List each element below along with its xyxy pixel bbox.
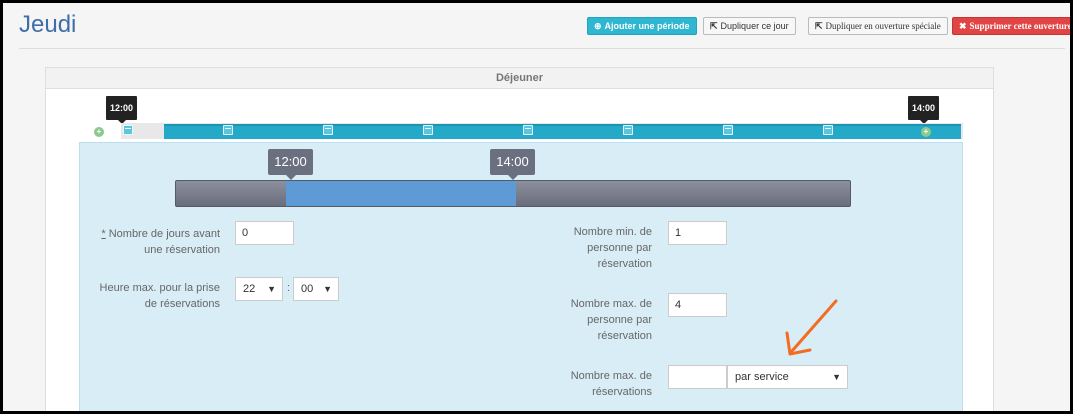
panel-title: Déjeuner bbox=[46, 68, 993, 89]
calendar-icon[interactable] bbox=[423, 125, 433, 135]
timeline-bar[interactable] bbox=[164, 124, 961, 139]
calendar-icon[interactable] bbox=[523, 125, 533, 135]
days-before-label: * Nombre de jours avant une réservation bbox=[90, 226, 220, 258]
max-hour-label: Heure max. pour la prise de réservations bbox=[99, 282, 220, 310]
title-divider bbox=[19, 48, 1065, 49]
max-hour-select[interactable]: 22 ▼ bbox=[235, 277, 283, 301]
plus-circle-icon: ⊕ bbox=[594, 21, 602, 31]
service-panel: Déjeuner 12:00 14:00 + + 12:00 14:00 * N… bbox=[45, 67, 994, 411]
calendar-icon[interactable] bbox=[723, 125, 733, 135]
min-persons-input[interactable]: 1 bbox=[668, 221, 727, 245]
times-icon: ✖ bbox=[959, 21, 967, 31]
max-reservations-label: Nombre max. de réservations bbox=[570, 370, 652, 398]
app-frame: Jeudi ⊕ Ajouter une période ⇱ Dupliquer ce… bbox=[3, 3, 1070, 411]
delete-opening-button[interactable]: ✖ Supprimer cette ouverture bbox=[952, 17, 1070, 35]
slider-to-tooltip: 14:00 bbox=[490, 149, 535, 180]
chevron-down-icon: ▼ bbox=[832, 372, 841, 382]
max-persons-input[interactable]: 4 bbox=[668, 293, 727, 317]
max-hour-value: 22 bbox=[243, 283, 256, 295]
page-title: Jeudi bbox=[19, 11, 77, 38]
period-editor: 12:00 14:00 * Nombre de jours avant une … bbox=[79, 142, 963, 411]
duplicate-special-button[interactable]: ⇱ Dupliquer en ouverture spéciale bbox=[808, 17, 948, 35]
add-period-button[interactable]: ⊕ Ajouter une période bbox=[587, 17, 697, 35]
calendar-icon[interactable] bbox=[123, 125, 133, 135]
duplicate-day-label: Dupliquer ce jour bbox=[720, 21, 789, 31]
max-reservations-mode-value: par service bbox=[735, 371, 789, 383]
add-period-label: Ajouter une période bbox=[604, 21, 690, 31]
min-persons-label: Nombre min. de personne par réservation bbox=[573, 226, 652, 270]
max-persons-label: Nombre max. de personne par réservation bbox=[570, 298, 652, 342]
days-before-input[interactable]: 0 bbox=[235, 221, 294, 245]
chevron-down-icon: ▼ bbox=[323, 284, 332, 294]
duplicate-day-button[interactable]: ⇱ Dupliquer ce jour bbox=[703, 17, 796, 35]
slider-from-tooltip: 12:00 bbox=[268, 149, 313, 180]
time-range-slider[interactable] bbox=[175, 180, 851, 207]
calendar-icon[interactable] bbox=[323, 125, 333, 135]
add-before-icon[interactable]: + bbox=[94, 127, 104, 137]
days-before-label-text: Nombre de jours avant une réservation bbox=[108, 228, 220, 256]
timeline-start-tooltip: 12:00 bbox=[106, 96, 138, 124]
max-reservations-mode-select[interactable]: par service ▼ bbox=[727, 365, 848, 389]
timeline-end-tooltip: 14:00 bbox=[908, 96, 940, 124]
required-mark: * bbox=[101, 228, 106, 240]
max-reservations-input[interactable] bbox=[668, 365, 727, 389]
calendar-icon[interactable] bbox=[623, 125, 633, 135]
calendar-icon[interactable] bbox=[823, 125, 833, 135]
delete-opening-label: Supprimer cette ouverture bbox=[969, 21, 1070, 31]
annotation-arrow-icon bbox=[785, 299, 838, 356]
add-after-icon[interactable]: + bbox=[921, 127, 931, 137]
time-separator: : bbox=[287, 282, 291, 294]
max-minute-select[interactable]: 00 ▼ bbox=[293, 277, 339, 301]
chevron-down-icon: ▼ bbox=[267, 284, 276, 294]
max-minute-value: 00 bbox=[301, 283, 314, 295]
share-icon: ⇱ bbox=[710, 21, 718, 31]
slider-selected-range[interactable] bbox=[286, 181, 516, 206]
share-icon: ⇱ bbox=[815, 21, 823, 31]
calendar-icon[interactable] bbox=[223, 125, 233, 135]
duplicate-special-label: Dupliquer en ouverture spéciale bbox=[825, 21, 941, 31]
